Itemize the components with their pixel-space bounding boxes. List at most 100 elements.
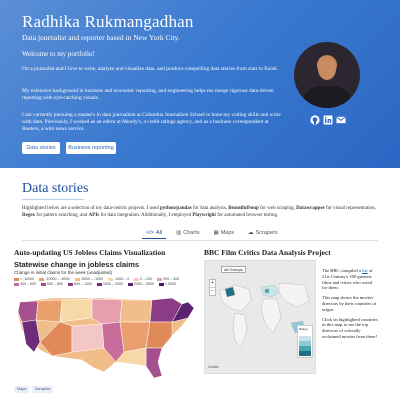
- social-links: [310, 112, 346, 125]
- scraper-icon: ☁: [248, 230, 254, 236]
- legend-label: 2000 – 5000: [134, 282, 154, 286]
- desc-text: for data analysis,: [191, 206, 229, 211]
- legend-label: -10000 – -5000: [45, 277, 70, 281]
- tab-all[interactable]: </> All: [142, 228, 167, 239]
- project-title-jobless-claims[interactable]: Auto-updating US Jobless Claims Visualiz…: [14, 248, 165, 257]
- legend-item: 800 – 1000: [68, 282, 92, 286]
- hero-name: Radhika Rukmangadhan: [22, 12, 194, 31]
- filter-tabs: </> All ▥ Charts ▦ Maps ☁ Scrapers: [142, 228, 282, 239]
- github-icon[interactable]: [310, 112, 320, 125]
- legend-item: > 5000: [159, 282, 176, 286]
- legend-label: -5000 – -1000: [80, 277, 104, 281]
- hero-paragraph-3: I am currently pursuing a master's in da…: [22, 112, 281, 132]
- group-select[interactable]: All Groups: [221, 266, 246, 273]
- desc-text: for pattern searching, and: [35, 212, 89, 218]
- legend-swatch: [157, 277, 163, 281]
- tab-maps[interactable]: ▦ Maps: [209, 228, 238, 239]
- rating-legend: Rating: [297, 325, 313, 358]
- chart-title: Statewise change in jobless claims: [14, 260, 140, 269]
- legend-swatch: [134, 277, 140, 281]
- tab-label: Scrapers: [255, 230, 278, 236]
- legend-item: 400 – 600: [14, 282, 36, 286]
- legend-item: 1000 – 2000: [97, 282, 123, 286]
- hero-paragraph-1: I'm a journalist and I love to write, an…: [22, 66, 278, 72]
- legend-label: 800 – 1000: [74, 282, 92, 286]
- legend-swatch: [108, 277, 114, 281]
- legend-label: > 5000: [165, 282, 177, 286]
- email-icon[interactable]: [336, 112, 346, 124]
- code-icon: </>: [146, 230, 154, 236]
- tab-label: Maps: [220, 230, 235, 236]
- desc-bold: Playwright: [192, 212, 216, 218]
- linkedin-icon[interactable]: [323, 112, 333, 125]
- project-title-bbc-film-critics[interactable]: BBC Film Critics Data Analysis Project: [204, 248, 331, 257]
- bbc-text-3: Click on highlighted countries in this m…: [322, 316, 378, 339]
- tab-label: All: [155, 230, 163, 236]
- data-stories-description: Highlighted below are a selection of my …: [22, 206, 382, 219]
- legend-item: < -10000: [14, 277, 34, 281]
- legend-label: 600 – 800: [47, 282, 63, 286]
- legend-swatch: [128, 282, 133, 286]
- tag-maps[interactable]: Maps: [14, 386, 30, 393]
- legend-item: 200 – 400: [157, 277, 179, 281]
- bbc-text-1: The BBC compiled a list of 21st Century'…: [322, 268, 378, 291]
- avatar-face: [318, 58, 336, 80]
- bbc-text-2: This map shows the movies' directors by …: [322, 295, 377, 312]
- legend-swatch: [68, 282, 73, 286]
- desc-text: Highlighted below are a selection of my …: [22, 206, 161, 211]
- legend-item: 2000 – 5000: [128, 282, 154, 286]
- desc-text: for web scraping,: [258, 206, 297, 211]
- legend-swatch: [74, 277, 80, 281]
- legend-label: 400 – 600: [20, 282, 36, 286]
- tab-charts[interactable]: ▥ Charts: [172, 228, 203, 239]
- zoom-in-button[interactable]: +: [210, 280, 215, 287]
- legend-swatch: [41, 282, 46, 286]
- choropleth-legend: < -10000 -10000 – -5000 -5000 – -1000 -1000…: [14, 277, 194, 286]
- legend-swatch: [14, 277, 19, 281]
- tag-scrapers[interactable]: Scrapers: [32, 386, 54, 393]
- chart-icon: ▥: [176, 230, 182, 236]
- legend-swatch: [39, 277, 45, 281]
- data-stories-button[interactable]: Data stories: [22, 142, 60, 154]
- desc-bold: python/pandas: [160, 206, 192, 211]
- avatar-body: [304, 86, 350, 108]
- zoom-out-button[interactable]: −: [210, 287, 215, 295]
- hero-paragraph-2: My extensive background in business and …: [22, 88, 274, 101]
- tab-label: Charts: [183, 230, 200, 236]
- title-underline: [22, 199, 84, 200]
- hero-subtitle: Data journalist and reporter based in Ne…: [22, 33, 180, 42]
- data-stories-title: Data stories: [22, 181, 89, 196]
- desc-bold: Regex: [22, 212, 36, 218]
- zoom-controls: + −: [209, 279, 216, 296]
- legend-label: < -10000: [20, 277, 35, 281]
- map-icon: ▦: [213, 230, 219, 236]
- hero-section: Radhika Rukmangadhan Data journalist and…: [0, 0, 400, 168]
- legend-item: 0 – 200: [134, 277, 152, 281]
- avatar: [294, 42, 360, 108]
- desc-bold: APIs: [88, 212, 100, 218]
- bbc-project-description: The BBC compiled a list of 21st Century'…: [322, 268, 378, 344]
- rating-legend-swatch: [299, 351, 311, 356]
- desc-text: for visual representation,: [324, 206, 376, 211]
- legend-swatch: [97, 282, 102, 286]
- legend-label: 1000 – 2000: [103, 282, 123, 286]
- desc-text: for automated browser testing.: [215, 212, 279, 218]
- tab-scrapers[interactable]: ☁ Scrapers: [244, 228, 282, 239]
- desc-bold: Datawrapper: [296, 206, 325, 211]
- legend-item: -5000 – -1000: [74, 277, 104, 281]
- hero-welcome: Welcome to my portfolio!: [22, 50, 95, 58]
- legend-item: -10000 – -5000: [39, 277, 70, 281]
- text: The BBC compiled a: [322, 268, 363, 273]
- desc-bold: BeautifulSoup: [228, 206, 259, 211]
- us-choropleth-map[interactable]: [12, 292, 196, 382]
- legend-swatch: [159, 282, 164, 286]
- world-map[interactable]: All Groups + − Rating Leaflet: [204, 260, 316, 374]
- tab-divider: [22, 240, 378, 241]
- business-reporting-button[interactable]: Business reporting: [66, 142, 116, 154]
- desc-text: for data integration. Additionally, I em…: [99, 212, 193, 218]
- map-attribution[interactable]: Leaflet: [208, 365, 219, 369]
- legend-item: -1000 – 0: [108, 277, 129, 281]
- legend-swatch: [14, 282, 19, 286]
- legend-label: 0 – 200: [140, 277, 153, 281]
- chart-subtitle: Change in initial claims for the week (u…: [14, 270, 113, 275]
